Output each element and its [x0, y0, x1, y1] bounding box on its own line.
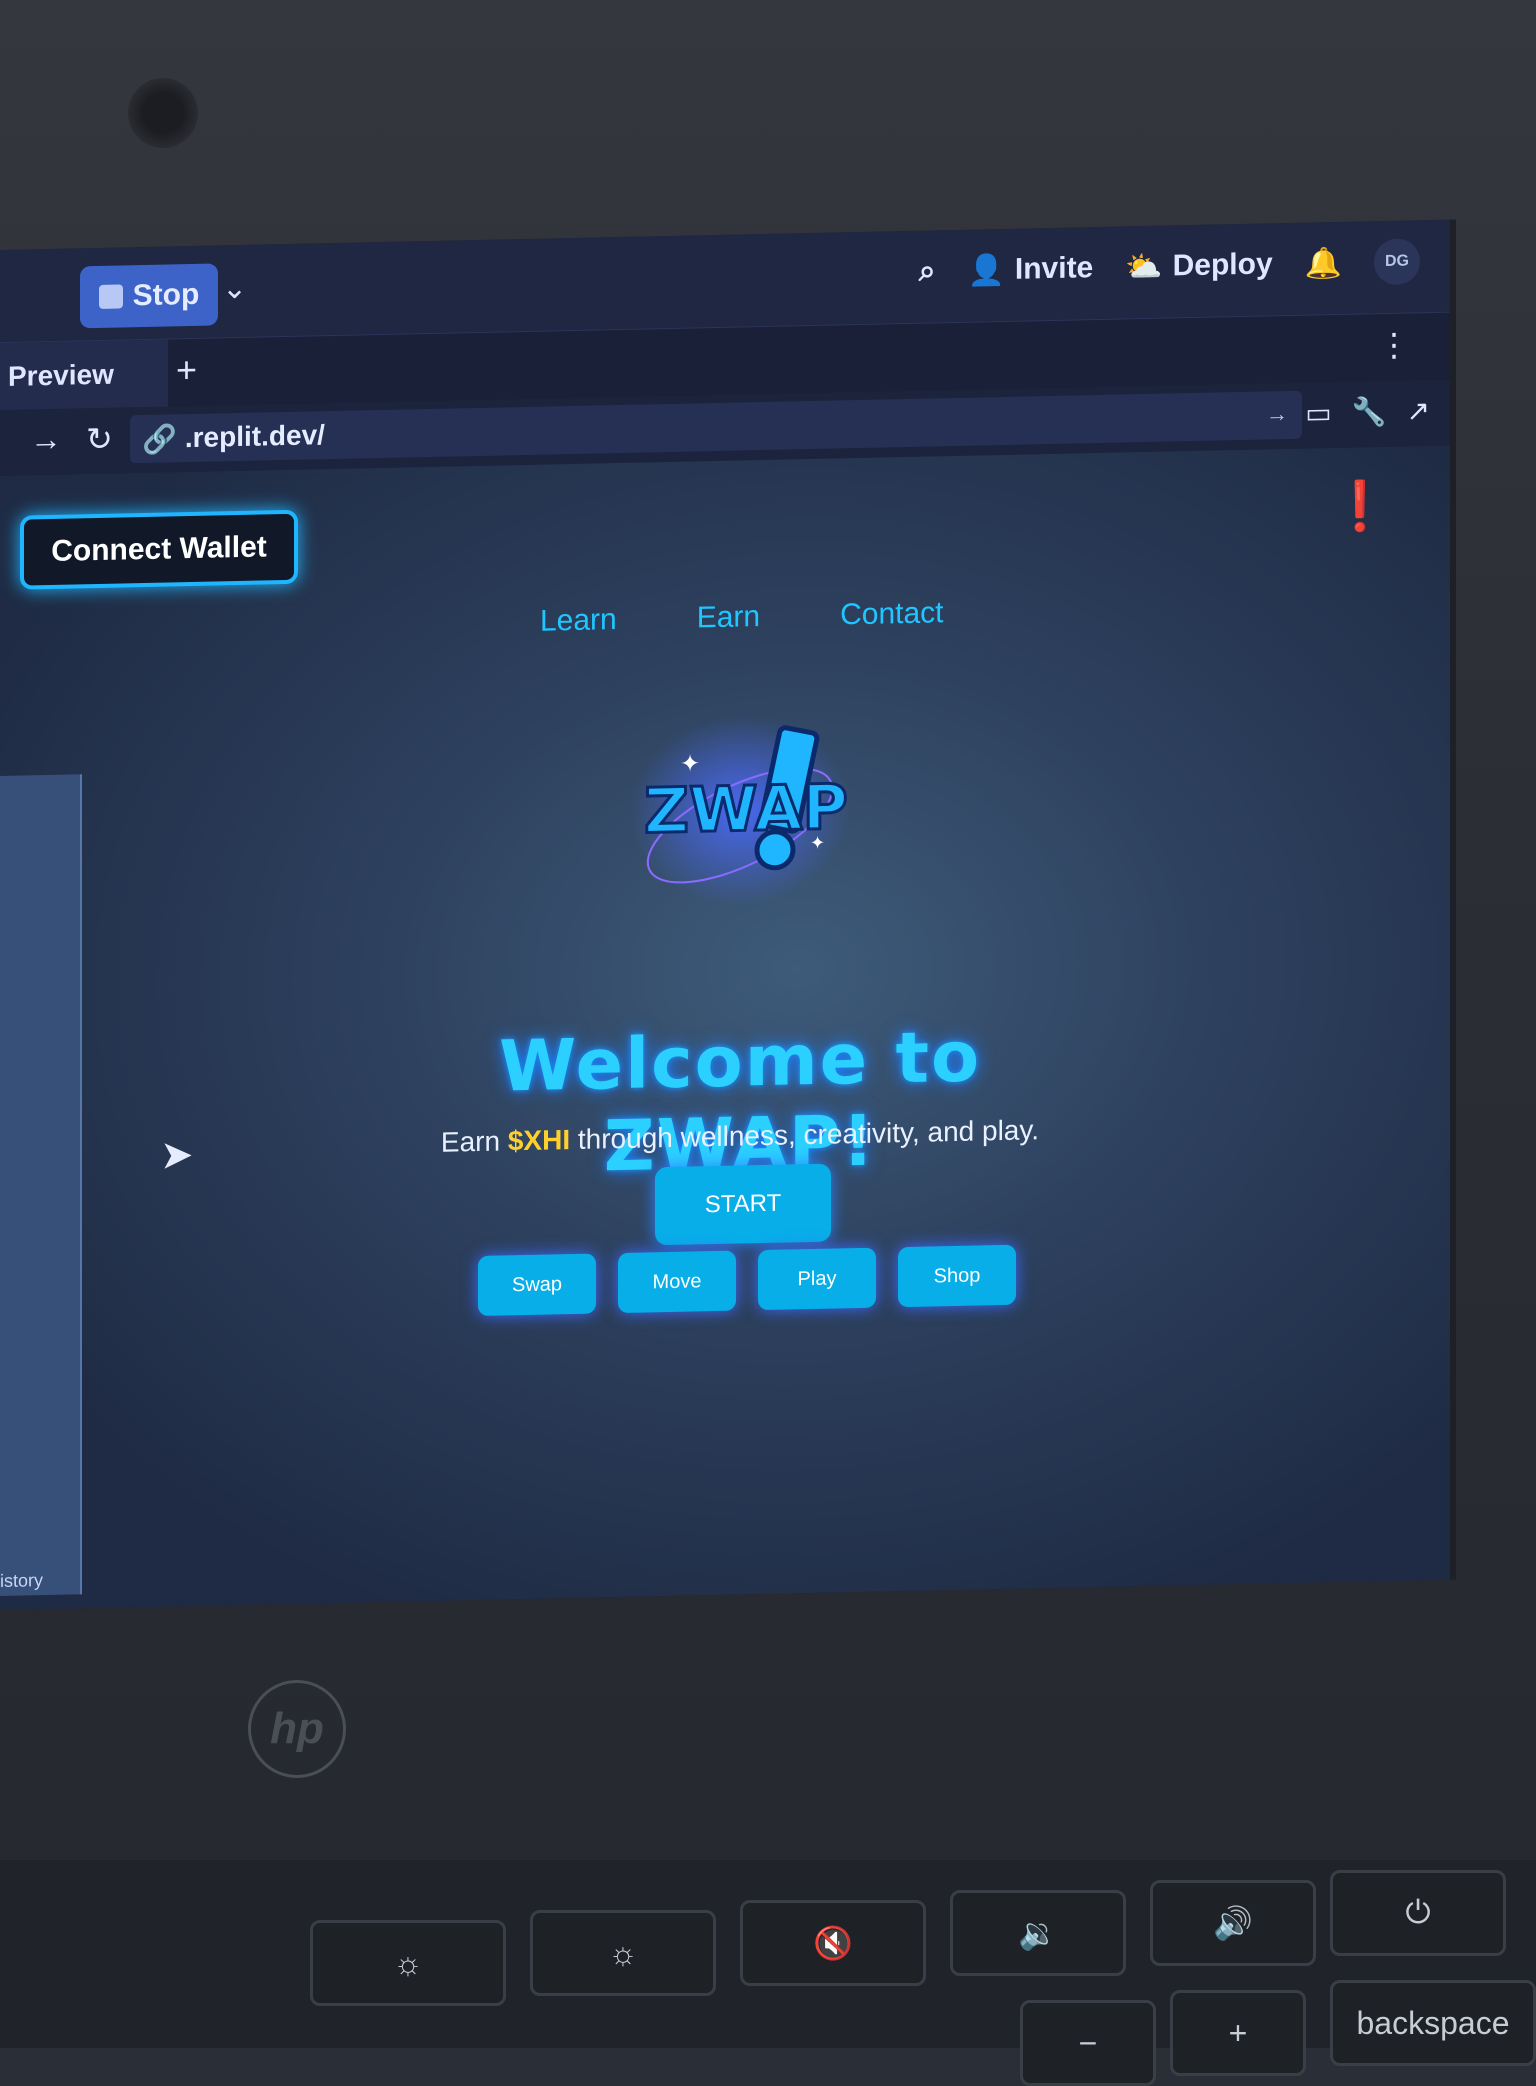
mute-key-icon: 🔇 [740, 1900, 926, 1986]
add-tab-button[interactable]: + [176, 349, 197, 391]
external-link-icon[interactable]: ↗ [1407, 394, 1430, 427]
key-backspace: backspace [1330, 1980, 1536, 2066]
chevron-down-icon[interactable]: ⌄ [222, 271, 247, 307]
zwap-logo: ZWAP! ✦ ✦ [630, 715, 850, 906]
address-actions: ▭ 🔧 ↗ [1305, 394, 1430, 430]
brightness-down-key-icon: ☼ [310, 1920, 506, 2006]
key-minus: − [1020, 2000, 1156, 2086]
webcam [128, 78, 198, 148]
sparkle-icon: ✦ [810, 833, 825, 853]
deploy-button[interactable]: ⛅ Deploy [1125, 247, 1272, 285]
connect-wallet-button[interactable]: Connect Wallet [20, 509, 298, 590]
forward-icon[interactable]: → [30, 421, 62, 460]
go-icon[interactable]: → [1266, 401, 1288, 427]
keyboard: backspace + − ⏻ 🔊 🔉 🔇 ☼ ☼ [0, 1860, 1536, 2086]
stop-icon [98, 284, 123, 309]
tab-preview[interactable]: Preview [0, 339, 168, 411]
history-panel: istory [0, 774, 82, 1596]
invite-button[interactable]: 👤 Invite [968, 251, 1094, 289]
brightness-up-key-icon: ☼ [530, 1910, 716, 1996]
swap-button[interactable]: Swap [478, 1253, 596, 1316]
nav-contact[interactable]: Contact [840, 596, 943, 632]
nav-learn[interactable]: Learn [540, 603, 617, 639]
nav-earn[interactable]: Earn [697, 600, 760, 635]
search-icon[interactable]: ⌕ [919, 254, 936, 288]
topbar-actions: ⌕ 👤 Invite ⛅ Deploy 🔔 DG [919, 238, 1420, 295]
token-highlight: $XHI [507, 1124, 571, 1157]
invite-icon: 👤 [967, 253, 1005, 288]
url-text: .replit.dev/ [184, 419, 325, 454]
history-label[interactable]: istory [0, 1570, 43, 1592]
volume-down-key-icon: 🔉 [950, 1890, 1126, 1976]
play-button[interactable]: Play [758, 1247, 876, 1311]
action-buttons: Swap Move Play Shop [478, 1244, 1016, 1316]
exclamation-icon: ❗ [1330, 479, 1390, 535]
nav-icons: → ↻ [30, 420, 113, 460]
stop-label: Stop [132, 277, 200, 313]
preview-content: istory Connect Wallet ❗ Learn Earn Conta… [0, 445, 1450, 1610]
device-icon[interactable]: ▭ [1305, 396, 1331, 430]
move-button[interactable]: Move [618, 1250, 736, 1314]
invite-label: Invite [1014, 251, 1094, 286]
more-icon[interactable]: ⋮ [1378, 325, 1410, 364]
site-nav: Learn Earn Contact [540, 596, 944, 638]
start-button[interactable]: START [655, 1163, 831, 1246]
avatar[interactable]: DG [1374, 238, 1420, 286]
shop-button[interactable]: Shop [898, 1244, 1016, 1308]
key-plus: + [1170, 1990, 1306, 2076]
reload-icon[interactable]: ↻ [86, 420, 113, 459]
hp-logo: hp [248, 1680, 346, 1778]
screen: Stop ⌄ ⌕ 👤 Invite ⛅ Deploy 🔔 DG Preview … [0, 219, 1456, 1611]
mouse-cursor-icon: ➤ [160, 1132, 194, 1178]
laptop-photo: Stop ⌄ ⌕ 👤 Invite ⛅ Deploy 🔔 DG Preview … [0, 0, 1536, 2086]
tagline-pre: Earn [440, 1125, 508, 1158]
devtools-icon[interactable]: 🔧 [1352, 395, 1387, 429]
link-icon: 🔗 [142, 422, 177, 455]
bell-icon[interactable]: 🔔 [1305, 245, 1342, 281]
sparkle-icon: ✦ [680, 750, 700, 777]
stop-button[interactable]: Stop [80, 263, 218, 329]
power-key-icon: ⏻ [1330, 1870, 1506, 1956]
deploy-icon: ⛅ [1125, 250, 1163, 284]
deploy-label: Deploy [1172, 247, 1273, 283]
volume-up-key-icon: 🔊 [1150, 1880, 1316, 1966]
